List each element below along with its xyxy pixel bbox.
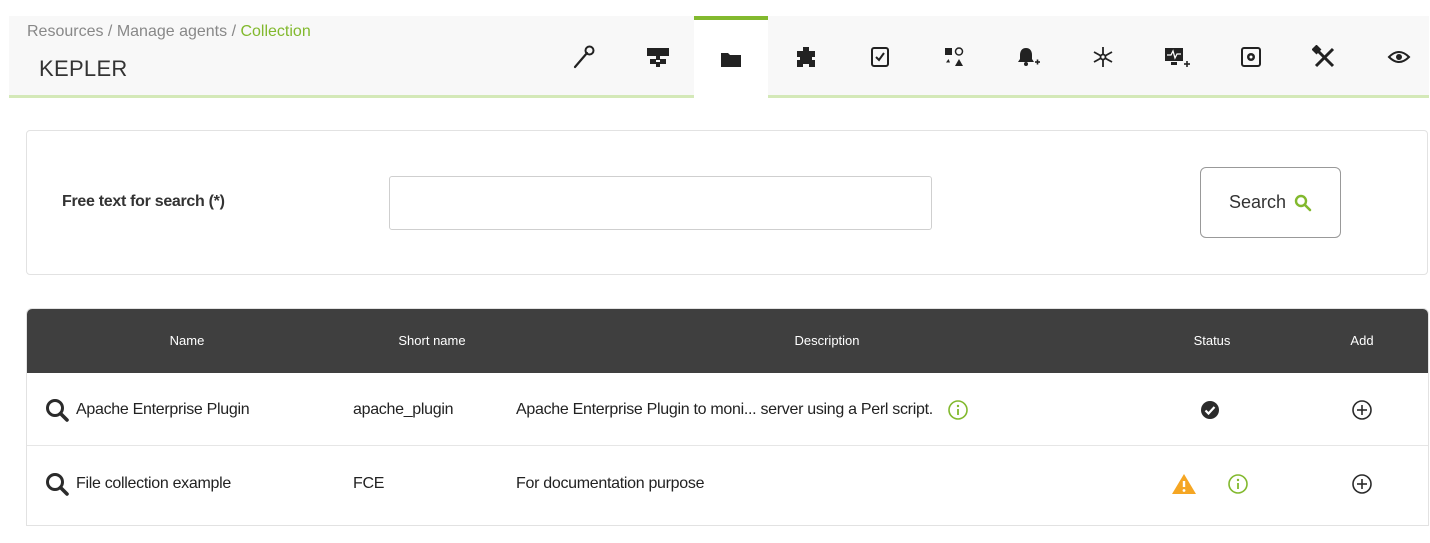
shapes-icon: [943, 46, 965, 68]
tab-plugins[interactable]: [769, 16, 843, 98]
bell-add-icon: [1015, 45, 1041, 69]
table-row: Apache Enterprise Plugin apache_plugin A…: [27, 373, 1428, 446]
tab-alerts[interactable]: [991, 16, 1065, 98]
column-header-short-name[interactable]: Short name: [362, 309, 502, 373]
tab-tools[interactable]: [1288, 16, 1362, 98]
checklist-icon: [870, 46, 890, 68]
row-short-name: FCE: [353, 474, 385, 492]
row-description: Apache Enterprise Plugin to moni... serv…: [516, 400, 933, 418]
magnifier-icon[interactable]: [44, 397, 70, 423]
column-header-name[interactable]: Name: [117, 309, 257, 373]
tab-checklist[interactable]: [843, 16, 917, 98]
network-tree-icon: [645, 45, 671, 69]
tab-view[interactable]: [1362, 16, 1430, 98]
search-button-label: Search: [1228, 192, 1287, 212]
eye-icon: [1387, 48, 1411, 66]
search-icon: [1294, 194, 1312, 212]
row-description-cell: For documentation purpose: [516, 447, 1156, 520]
row-add-cell: [1322, 373, 1402, 446]
row-add-cell: [1322, 447, 1402, 520]
info-icon[interactable]: [1227, 473, 1249, 495]
collections-table: Name Short name Description Status Add A…: [26, 308, 1429, 526]
info-icon[interactable]: [947, 399, 969, 421]
add-circle-icon[interactable]: [1351, 399, 1373, 421]
tab-shapes[interactable]: [917, 16, 991, 98]
table-row: File collection example FCE For document…: [27, 447, 1428, 520]
row-description: For documentation purpose: [516, 474, 705, 492]
row-short-name: apache_plugin: [353, 400, 454, 418]
tab-monitor[interactable]: [1140, 16, 1214, 98]
tab-snowflake[interactable]: [1066, 16, 1140, 98]
tab-setup[interactable]: [547, 16, 621, 98]
row-name: File collection example: [76, 474, 231, 492]
row-status-cell: [1165, 447, 1255, 520]
wrench-setup-icon: [571, 44, 597, 70]
table-header: Name Short name Description Status Add: [27, 309, 1428, 373]
row-name: Apache Enterprise Plugin: [76, 400, 250, 418]
tab-collection[interactable]: [694, 16, 768, 98]
gear-box-icon: [1240, 46, 1262, 68]
row-name-cell[interactable]: File collection example: [44, 447, 344, 520]
agent-name-title: KEPLER: [39, 56, 128, 81]
puzzle-plugin-icon: [795, 45, 817, 69]
search-panel: Free text for search (*) Search: [26, 130, 1428, 275]
tools-icon: [1312, 45, 1338, 69]
folder-collection-icon: [719, 49, 743, 69]
magnifier-icon[interactable]: [44, 471, 70, 497]
column-header-status: Status: [1193, 333, 1231, 348]
search-label: Free text for search (*): [62, 193, 225, 210]
snowflake-icon: [1091, 45, 1115, 69]
column-header-description[interactable]: Description: [727, 309, 927, 373]
column-header-add: Add: [1350, 333, 1374, 348]
row-description-cell: Apache Enterprise Plugin to moni... serv…: [516, 373, 1156, 446]
warning-icon: [1171, 472, 1197, 496]
row-status-cell: [1165, 373, 1255, 446]
add-circle-icon[interactable]: [1351, 473, 1373, 495]
search-button[interactable]: Search: [1200, 167, 1341, 238]
monitor-add-icon: [1163, 45, 1191, 69]
breadcrumb-current: Collection: [240, 23, 311, 40]
search-input[interactable]: [389, 176, 932, 230]
tab-network[interactable]: [621, 16, 695, 98]
row-name-cell[interactable]: Apache Enterprise Plugin: [44, 373, 344, 446]
breadcrumb: Resources / Manage agents / Collection: [27, 23, 311, 41]
check-circle-icon: [1200, 400, 1220, 420]
tab-gear[interactable]: [1214, 16, 1288, 98]
breadcrumb-path[interactable]: Resources / Manage agents /: [27, 23, 240, 40]
page-header: Resources / Manage agents / Collection K…: [9, 16, 1429, 98]
